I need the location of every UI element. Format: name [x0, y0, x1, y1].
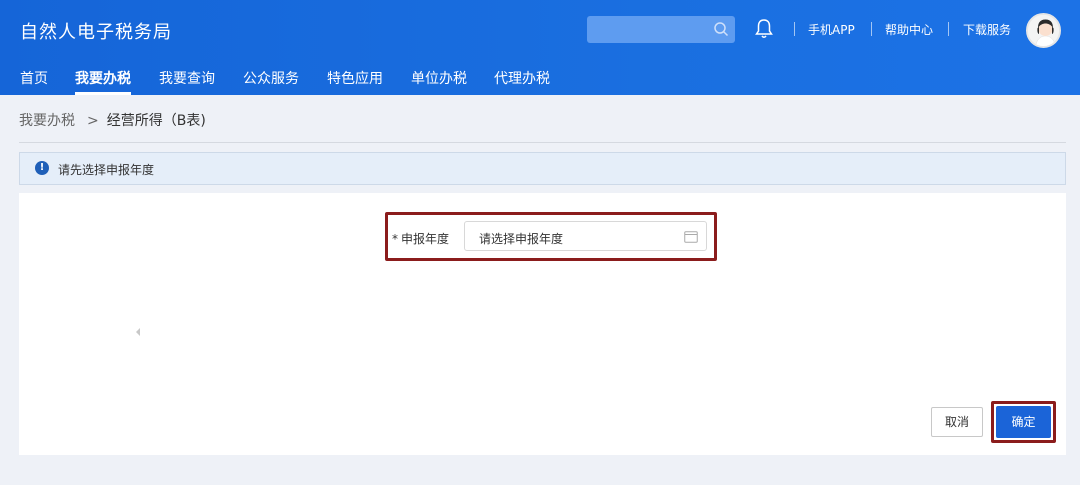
bell-icon[interactable] — [754, 18, 774, 40]
nav-item-query[interactable]: 我要查询 — [159, 68, 215, 95]
download-service-link[interactable]: 下载服务 — [963, 21, 1011, 38]
nav-item-unit-tax[interactable]: 单位办税 — [411, 68, 467, 95]
confirm-button[interactable]: 确定 — [996, 406, 1051, 438]
year-label-text: 申报年度 — [401, 232, 450, 246]
cancel-button[interactable]: 取消 — [931, 407, 983, 437]
breadcrumb-separator: > — [87, 113, 99, 129]
breadcrumb: 我要办税 > 经营所得（B表) — [19, 110, 206, 130]
main-nav: 首页 我要办税 我要查询 公众服务 特色应用 单位办税 代理办税 — [0, 64, 1080, 95]
year-input-placeholder: 请选择申报年度 — [479, 232, 564, 246]
mobile-app-link[interactable]: 手机APP — [808, 21, 855, 38]
avatar[interactable] — [1026, 13, 1061, 48]
nav-item-home[interactable]: 首页 — [20, 68, 48, 95]
help-center-link[interactable]: 帮助中心 — [885, 21, 933, 38]
search-input[interactable] — [587, 16, 735, 43]
divider — [19, 142, 1066, 143]
cursor-mark — [136, 328, 140, 336]
alert-text: 请先选择申报年度 — [58, 163, 155, 177]
info-icon: ! — [35, 161, 49, 175]
nav-item-tax-handling[interactable]: 我要办税 — [75, 68, 131, 95]
info-alert: ! 请先选择申报年度 — [19, 152, 1066, 185]
nav-item-public-service[interactable]: 公众服务 — [243, 68, 299, 95]
year-picker-input[interactable]: 请选择申报年度 — [464, 221, 707, 251]
breadcrumb-parent[interactable]: 我要办税 — [19, 113, 75, 129]
header-separator — [794, 22, 795, 36]
year-field-label: * 申报年度 — [392, 230, 449, 247]
top-header: 自然人电子税务局 手机APP 帮助中心 下载服务 首页 我要办税 我要查询 公众… — [0, 0, 1080, 95]
nav-item-agent-tax[interactable]: 代理办税 — [494, 68, 550, 95]
required-mark: * — [392, 232, 398, 246]
app-title: 自然人电子税务局 — [20, 22, 172, 43]
header-separator — [871, 22, 872, 36]
header-separator — [948, 22, 949, 36]
breadcrumb-current: 经营所得（B表) — [106, 113, 206, 129]
avatar-icon — [1028, 15, 1059, 46]
nav-item-featured-apps[interactable]: 特色应用 — [327, 68, 383, 95]
search-icon[interactable] — [713, 21, 729, 37]
calendar-icon[interactable] — [684, 230, 698, 243]
